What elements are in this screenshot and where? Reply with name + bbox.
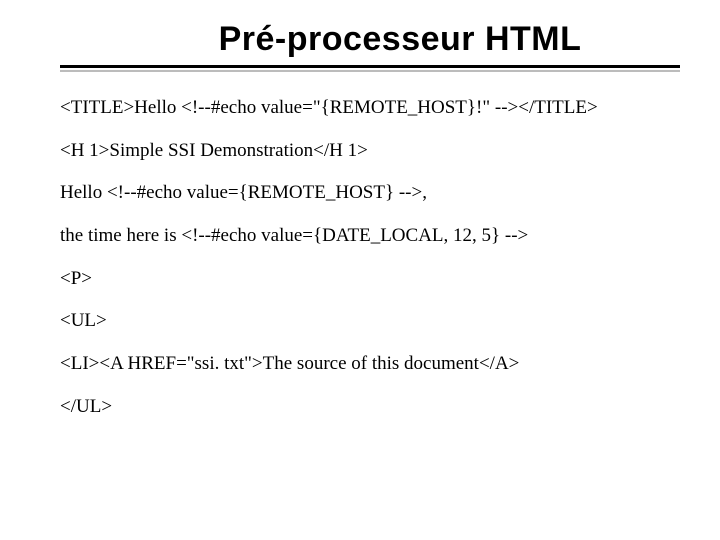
code-line: <P> bbox=[60, 267, 680, 292]
slide-title: Pré-processeur HTML bbox=[120, 20, 680, 59]
code-line: <UL> bbox=[60, 309, 680, 334]
code-line: </UL> bbox=[60, 395, 680, 420]
title-underline bbox=[60, 65, 680, 72]
code-line: <H 1>Simple SSI Demonstration</H 1> bbox=[60, 139, 680, 164]
code-line: <TITLE>Hello <!--#echo value="{REMOTE_HO… bbox=[60, 96, 680, 121]
code-line: the time here is <!--#echo value={DATE_L… bbox=[60, 224, 680, 249]
code-line: <LI><A HREF="ssi. txt">The source of thi… bbox=[60, 352, 680, 377]
code-line: Hello <!--#echo value={REMOTE_HOST} -->, bbox=[60, 181, 680, 206]
